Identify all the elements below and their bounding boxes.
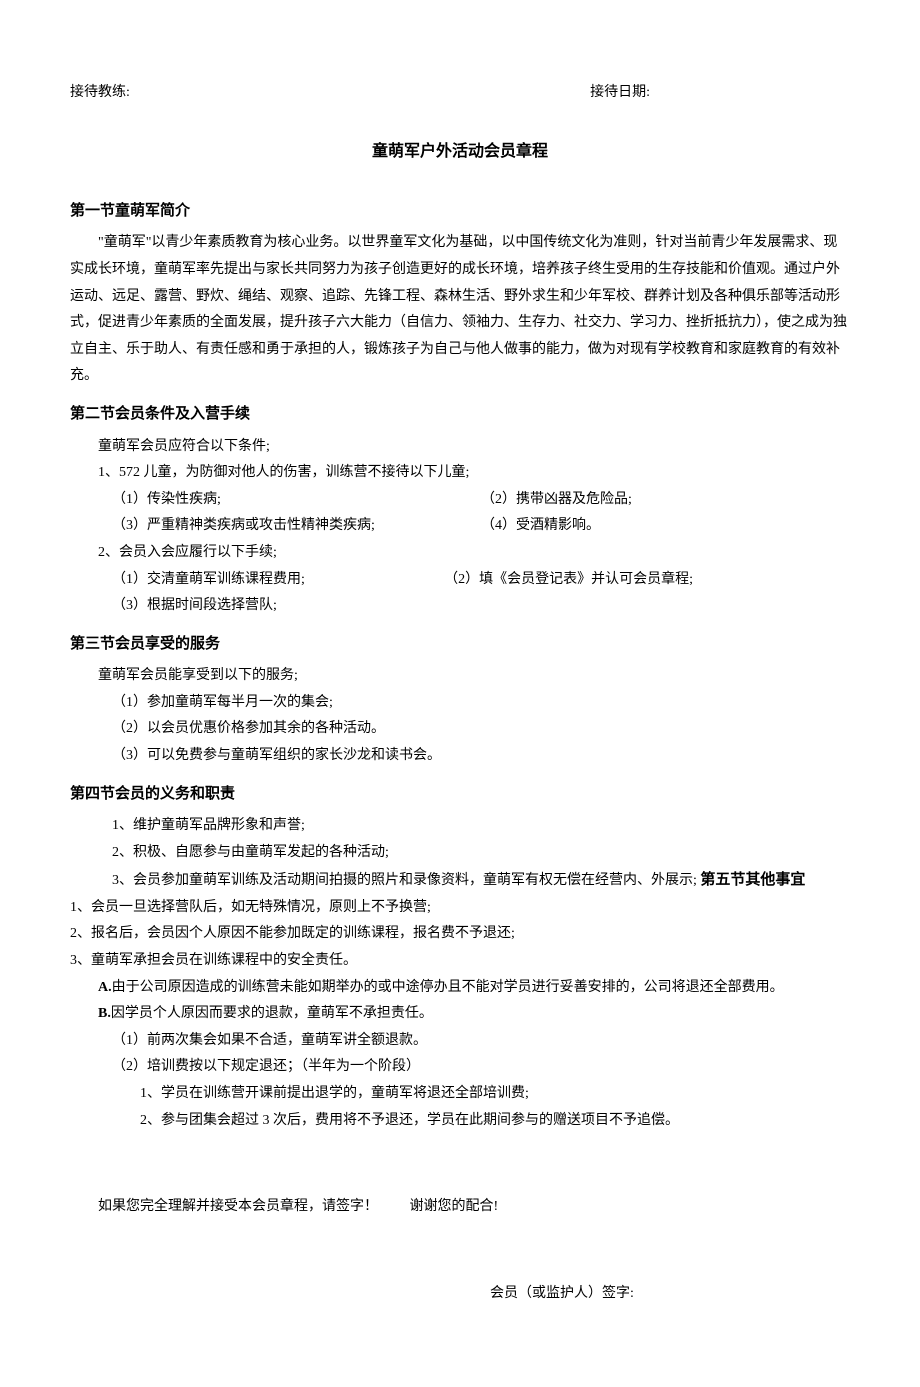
section3-heading: 第三节会员享受的服务	[70, 630, 850, 659]
section5-subB2-1: 1、学员在训练营开课前提出退学的，童萌军将退还全部培训费;	[70, 1081, 850, 1108]
closing-right: 谢谢您的配合!	[410, 1199, 499, 1214]
section2-sub2b: （2）填《会员登记表》并认可会员章程;	[444, 567, 850, 594]
section2-row3: （1）交清童萌军训练课程费用; （2）填《会员登记表》并认可会员章程;	[70, 567, 850, 594]
section4-item1: 1、维护童萌军品牌形象和声誉;	[70, 813, 850, 840]
section3-sub1: （1）参加童萌军每半月一次的集会;	[70, 690, 850, 717]
section2-row1: （1）传染性疾病; （2）携带凶器及危险品;	[70, 487, 850, 514]
section2-heading: 第二节会员条件及入营手续	[70, 400, 850, 429]
section5-itemA-text: 由于公司原因造成的训练营未能如期举办的或中途停办且不能对学员进行妥善安排的，公司…	[112, 980, 784, 995]
section3-intro: 童萌军会员能享受到以下的服务;	[70, 663, 850, 690]
section5-item2: 2、报名后，会员因个人原因不能参加既定的训练课程，报名费不予退还;	[70, 921, 850, 948]
section2-item1: 1、572 儿童，为防御对他人的伤害，训练营不接待以下儿童;	[70, 460, 850, 487]
section4-item3-line: 3、会员参加童萌军训练及活动期间拍摄的照片和录像资料，童萌军有权无偿在经营内、外…	[70, 866, 850, 895]
section4-item2: 2、积极、自愿参与由童萌军发起的各种活动;	[70, 840, 850, 867]
section2-sub2c: （3）根据时间段选择营队;	[70, 593, 850, 620]
section5-subB2: （2）培训费按以下规定退还；（半年为一个阶段）	[70, 1054, 850, 1081]
page-title: 童萌军户外活动会员章程	[70, 137, 850, 167]
section4-heading: 第四节会员的义务和职责	[70, 780, 850, 809]
section5-heading-inline: 第五节其他事宜	[700, 872, 805, 888]
section3-sub3: （3）可以免费参与童萌军组织的家长沙龙和读书会。	[70, 743, 850, 770]
section2-sub1b: （2）携带凶器及危险品;	[481, 487, 850, 514]
date-label: 接待日期:	[590, 80, 850, 107]
section2-sub2a: （1）交清童萌军训练课程费用;	[112, 567, 444, 594]
section5-subB1: （1）前两次集会如果不合适，童萌军讲全额退款。	[70, 1028, 850, 1055]
section2-intro: 童萌军会员应符合以下条件;	[70, 434, 850, 461]
section2-sub1d: （4）受酒精影响。	[481, 513, 850, 540]
section5-item1: 1、会员一旦选择营队后，如无特殊情况，原则上不予换营;	[70, 895, 850, 922]
closing-left: 如果您完全理解并接受本会员章程，请签字！	[98, 1199, 378, 1214]
coach-label: 接待教练:	[70, 80, 130, 107]
section5-item3: 3、童萌军承担会员在训练课程中的安全责任。	[70, 948, 850, 975]
bold-B: B.	[98, 1006, 111, 1021]
section5-itemB: B.因学员个人原因而要求的退款，童萌军不承担责任。	[70, 1001, 850, 1028]
section5-itemA: A.由于公司原因造成的训练营未能如期举办的或中途停办且不能对学员进行妥善安排的，…	[70, 975, 850, 1002]
section4-item3: 3、会员参加童萌军训练及活动期间拍摄的照片和录像资料，童萌军有权无偿在经营内、外…	[112, 873, 697, 888]
header-row: 接待教练: 接待日期:	[70, 80, 850, 107]
bold-A: A.	[98, 980, 112, 995]
section2-sub1a: （1）传染性疾病;	[112, 487, 481, 514]
signature-line: 会员（或监护人）签字:	[70, 1281, 850, 1308]
closing-line: 如果您完全理解并接受本会员章程，请签字！ 谢谢您的配合!	[70, 1194, 850, 1221]
section2-row2: （3）严重精神类疾病或攻击性精神类疾病; （4）受酒精影响。	[70, 513, 850, 540]
section1-heading: 第一节童萌军简介	[70, 197, 850, 226]
section2-item2: 2、会员入会应履行以下手续;	[70, 540, 850, 567]
section5-subB2-2: 2、参与团集会超过 3 次后，费用将不予退还，学员在此期间参与的赠送项目不予追偿…	[70, 1108, 850, 1135]
section1-body: "童萌军"以青少年素质教育为核心业务。以世界童军文化为基础，以中国传统文化为准则…	[70, 230, 850, 390]
section5-itemB-text: 因学员个人原因而要求的退款，童萌军不承担责任。	[111, 1006, 433, 1021]
section3-sub2: （2）以会员优惠价格参加其余的各种活动。	[70, 716, 850, 743]
section2-sub1c: （3）严重精神类疾病或攻击性精神类疾病;	[112, 513, 481, 540]
